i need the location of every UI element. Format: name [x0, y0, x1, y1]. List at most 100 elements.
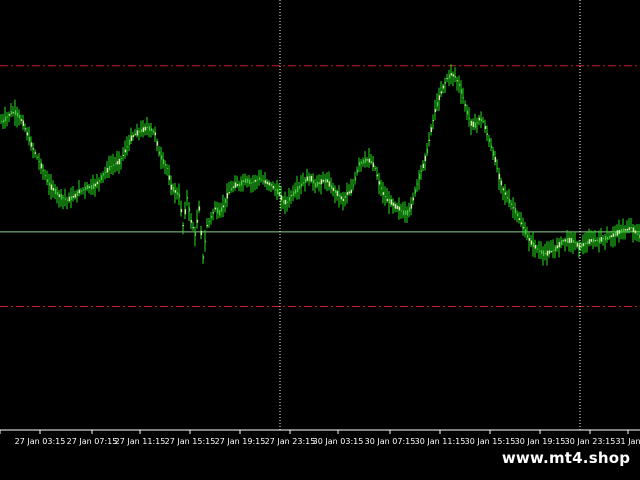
candle-body — [296, 186, 299, 193]
candle-body — [572, 240, 575, 243]
candle-body — [366, 159, 369, 161]
candle-body — [516, 213, 519, 217]
candle-body — [34, 152, 37, 154]
candle-body — [628, 227, 631, 231]
candle-body — [352, 184, 355, 186]
candle-body — [574, 242, 577, 244]
candle-body — [172, 187, 175, 192]
candle-body — [282, 200, 285, 204]
candle-body — [44, 175, 47, 177]
candle-body — [108, 165, 111, 171]
candle-body — [534, 245, 537, 249]
candle-body — [582, 243, 585, 247]
x-tick-label: 30 Jan 15:15 — [465, 437, 516, 446]
candle-body — [278, 192, 281, 195]
candle-body — [568, 237, 571, 244]
candle-body — [200, 230, 203, 236]
candle-body — [580, 243, 583, 248]
candle-body — [274, 189, 277, 191]
candle-body — [384, 196, 387, 198]
candle-body — [316, 181, 319, 187]
candle-body — [634, 230, 637, 234]
candle-body — [346, 192, 349, 195]
candle-body — [52, 187, 55, 191]
candle-body — [348, 191, 351, 194]
candle-body — [62, 197, 65, 199]
candle-body — [90, 185, 93, 190]
candle-body — [512, 207, 515, 209]
candle-body — [608, 236, 611, 239]
x-tick-label: 31 Jan — [615, 437, 640, 446]
candle-body — [392, 202, 395, 206]
candle-body — [528, 238, 531, 241]
candle-body — [558, 242, 561, 248]
candle-body — [254, 179, 257, 182]
candle-body — [310, 175, 313, 182]
candle-body — [158, 151, 161, 155]
candle-body — [548, 250, 551, 254]
candle-body — [26, 132, 29, 136]
candle-body — [596, 239, 599, 242]
candle-body — [142, 127, 145, 132]
candle-body — [76, 191, 79, 196]
candle-body — [182, 225, 185, 227]
candle-body — [250, 182, 253, 184]
candle-body — [276, 188, 279, 195]
candle-body — [10, 111, 13, 115]
x-tick-label: 30 Jan 23:15 — [565, 437, 616, 446]
candle-body — [266, 181, 269, 185]
candle-body — [138, 131, 141, 133]
x-tick-label: 30 Jan 07:15 — [365, 437, 416, 446]
candle-body — [234, 182, 237, 188]
candle-body — [196, 219, 199, 223]
candle-body — [248, 179, 251, 184]
candle-body — [204, 240, 207, 243]
candle-body — [330, 185, 333, 189]
candle-body — [400, 210, 403, 212]
candle-body — [70, 195, 73, 200]
candle-body — [530, 240, 533, 245]
candle-body — [72, 195, 75, 198]
candle-body — [2, 119, 5, 123]
candle-body — [542, 250, 545, 256]
candle-body — [390, 199, 393, 205]
candle-body — [622, 228, 625, 232]
candle-body — [190, 219, 193, 223]
candle-body — [46, 179, 49, 183]
candle-body — [614, 231, 617, 237]
candle-body — [364, 158, 367, 163]
candle-body — [556, 245, 559, 249]
candle-body — [114, 163, 117, 165]
candle-body — [298, 185, 301, 189]
candle-body — [546, 250, 549, 256]
candle-body — [258, 177, 261, 181]
candle-body — [604, 236, 607, 241]
candle-body — [130, 135, 133, 141]
candle-body — [602, 238, 605, 240]
candle-body — [80, 190, 83, 192]
candle-body — [578, 244, 581, 250]
candle-body — [322, 179, 325, 182]
candle-body — [340, 196, 343, 200]
candle-body — [290, 195, 293, 197]
candle-body — [478, 117, 481, 121]
candle-body — [526, 234, 529, 238]
candle-body — [550, 251, 553, 253]
candle-body — [218, 209, 221, 216]
candle-body — [406, 209, 409, 216]
candle-body — [226, 192, 229, 199]
candle-body — [380, 187, 383, 190]
candle-body — [398, 206, 401, 211]
candle-body — [560, 240, 563, 245]
candle-body — [524, 229, 527, 235]
candle-body — [164, 163, 167, 166]
candle-body — [538, 250, 541, 252]
candle-body — [60, 194, 63, 200]
candle-body — [360, 161, 363, 164]
candle-body — [482, 121, 485, 123]
candle-body — [256, 179, 259, 181]
candle-body — [594, 240, 597, 242]
candle-body — [268, 182, 271, 186]
candle-body — [306, 176, 309, 181]
candle-body — [56, 191, 59, 196]
